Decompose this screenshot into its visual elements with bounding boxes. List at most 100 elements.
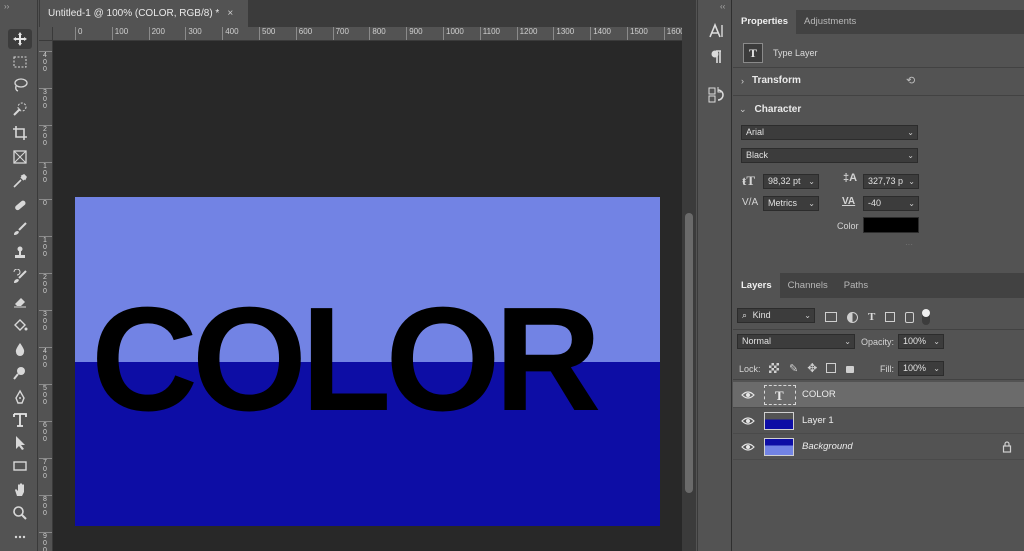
crop-tool-icon[interactable] — [8, 123, 32, 143]
visibility-eye-icon[interactable] — [741, 441, 755, 453]
type-layer-icon: T — [743, 43, 763, 63]
ruler-tick-label: 400 — [222, 27, 239, 40]
character-panel-icon[interactable] — [704, 20, 728, 42]
filter-toggle-icon[interactable] — [922, 309, 931, 325]
blend-mode-select[interactable]: Normal ⌄ — [737, 334, 855, 349]
layer-name[interactable]: Layer 1 — [802, 415, 834, 426]
reset-transform-icon[interactable]: ⟲ — [906, 74, 915, 87]
eyedropper-tool-icon[interactable] — [8, 171, 32, 191]
smart-object-filter-icon[interactable] — [905, 311, 915, 323]
tab-adjustments[interactable]: Adjustments — [796, 10, 864, 34]
ruler-tick-label: 9 0 0 — [39, 532, 52, 551]
glyphs-panel-icon[interactable] — [704, 84, 728, 106]
tracking-field[interactable]: -40 ⌄ — [863, 196, 919, 211]
scrollbar-thumb[interactable] — [685, 213, 693, 493]
layer-name[interactable]: Background — [802, 441, 853, 452]
layer-thumbnail — [764, 412, 794, 430]
layer-kind-label: Type Layer — [773, 48, 818, 58]
blend-mode-value: Normal — [742, 336, 772, 346]
vertical-ruler[interactable]: 4 0 0 3 0 0 2 0 0 1 0 0 0 1 0 0 2 0 0 3 0 0 4 0 … — [39, 41, 53, 551]
frame-tool-icon[interactable] — [8, 147, 32, 167]
ruler-tick-label: 7 0 0 — [39, 458, 52, 480]
pixel-filter-icon[interactable] — [825, 312, 837, 322]
fill-field[interactable]: 100% ⌄ — [898, 361, 944, 376]
type-filter-icon[interactable]: T — [868, 311, 875, 323]
brush-tool-icon[interactable] — [8, 219, 32, 239]
adjustment-filter-icon[interactable] — [847, 311, 858, 323]
hand-tool-icon[interactable] — [8, 480, 32, 500]
type-tool-icon[interactable] — [8, 410, 32, 430]
layer-name[interactable]: COLOR — [802, 389, 836, 400]
kerning-select[interactable]: Metrics ⌄ — [763, 196, 819, 211]
visibility-eye-icon[interactable] — [741, 415, 755, 427]
paragraph-panel-icon[interactable] — [704, 46, 728, 68]
history-brush-tool-icon[interactable] — [8, 267, 32, 287]
tab-channels[interactable]: Channels — [780, 273, 836, 298]
lock-position-icon[interactable]: ✥ — [807, 361, 817, 375]
vertical-scrollbar[interactable] — [682, 27, 696, 551]
eraser-tool-icon[interactable] — [8, 291, 32, 311]
divider — [733, 379, 1024, 380]
shape-filter-icon[interactable] — [885, 312, 896, 322]
chevron-down-icon: ⌄ — [804, 311, 811, 320]
tab-paths[interactable]: Paths — [836, 273, 876, 298]
font-family-value: Arial — [746, 127, 765, 137]
document-tab-bar: Untitled-1 @ 100% (COLOR, RGB/8) * × — [39, 0, 696, 27]
font-size-field[interactable]: 98,32 pt ⌄ — [763, 174, 819, 189]
tab-properties[interactable]: Properties — [733, 10, 796, 34]
font-family-select[interactable]: Arial ⌄ — [741, 125, 918, 140]
canvas-text-color[interactable]: COLOR — [91, 285, 651, 435]
tab-layers[interactable]: Layers — [733, 273, 780, 298]
horizontal-ruler[interactable]: 0 100 200 300 400 500 600 700 800 900 1000 1100 1200… — [53, 27, 682, 41]
lock-image-icon[interactable]: ✎ — [789, 362, 798, 375]
healing-brush-tool-icon[interactable] — [8, 195, 32, 215]
ruler-tick-label: 4 0 0 — [39, 347, 52, 369]
chevron-down-icon[interactable]: ⌄ — [739, 104, 747, 115]
toolbar-collapse-icon[interactable]: ›› — [4, 2, 9, 11]
kerning-icon: V/A — [742, 197, 759, 208]
transform-section-header[interactable]: › Transform ⟲ — [741, 74, 1016, 87]
layer-filter-select[interactable]: ⌕ Kind ⌄ — [737, 308, 815, 323]
layer-row-background[interactable]: Background — [733, 434, 1024, 460]
document-canvas[interactable]: COLOR — [75, 197, 660, 526]
font-size-value: 98,32 pt — [768, 176, 801, 186]
document-tab[interactable]: Untitled-1 @ 100% (COLOR, RGB/8) * × — [40, 0, 248, 27]
ruler-origin[interactable] — [39, 27, 53, 41]
text-color-swatch[interactable] — [863, 217, 919, 233]
close-icon[interactable]: × — [227, 8, 233, 19]
ruler-tick-label: 800 — [369, 27, 386, 40]
lock-artboard-icon[interactable] — [826, 363, 837, 373]
character-section-header[interactable]: ⌄ Character — [739, 104, 801, 115]
lock-transparent-icon[interactable] — [769, 363, 779, 373]
tracking-value: -40 — [868, 198, 882, 208]
document-window: Untitled-1 @ 100% (COLOR, RGB/8) * × 0 10… — [39, 0, 696, 551]
zoom-tool-icon[interactable] — [8, 503, 32, 523]
opacity-value: 100% — [903, 336, 927, 346]
ruler-tick-label: 100 — [111, 27, 128, 40]
opacity-field[interactable]: 100% ⌄ — [898, 334, 944, 349]
marquee-tool-icon[interactable] — [8, 52, 32, 72]
pen-tool-icon[interactable] — [8, 387, 32, 407]
clone-stamp-tool-icon[interactable] — [8, 243, 32, 263]
layer-row-layer-1[interactable]: Layer 1 — [733, 408, 1024, 434]
layer-row-color[interactable]: T COLOR — [733, 382, 1024, 408]
more-tools-icon[interactable] — [8, 527, 32, 547]
more-options-icon[interactable]: ··· — [905, 240, 913, 249]
rectangle-tool-icon[interactable] — [8, 456, 32, 476]
leading-field[interactable]: 327,73 p ⌄ — [863, 174, 919, 189]
blur-tool-icon[interactable] — [8, 339, 32, 359]
quick-selection-tool-icon[interactable] — [8, 99, 32, 119]
font-style-select[interactable]: Black ⌄ — [741, 148, 918, 163]
lasso-tool-icon[interactable] — [8, 75, 32, 95]
chevron-right-icon[interactable]: › — [741, 76, 744, 86]
lock-icon[interactable] — [1002, 441, 1012, 453]
move-tool-icon[interactable] — [8, 29, 32, 49]
path-selection-tool-icon[interactable] — [8, 433, 32, 453]
paint-bucket-tool-icon[interactable] — [8, 315, 32, 335]
ruler-tick-label: 1600 — [663, 27, 682, 40]
visibility-eye-icon[interactable] — [741, 389, 755, 401]
lock-all-icon[interactable] — [846, 366, 855, 373]
dodge-tool-icon[interactable] — [8, 363, 32, 383]
ruler-tick-label: 4 0 0 — [39, 51, 52, 73]
dock-collapse-icon[interactable]: ‹‹ — [720, 2, 725, 11]
